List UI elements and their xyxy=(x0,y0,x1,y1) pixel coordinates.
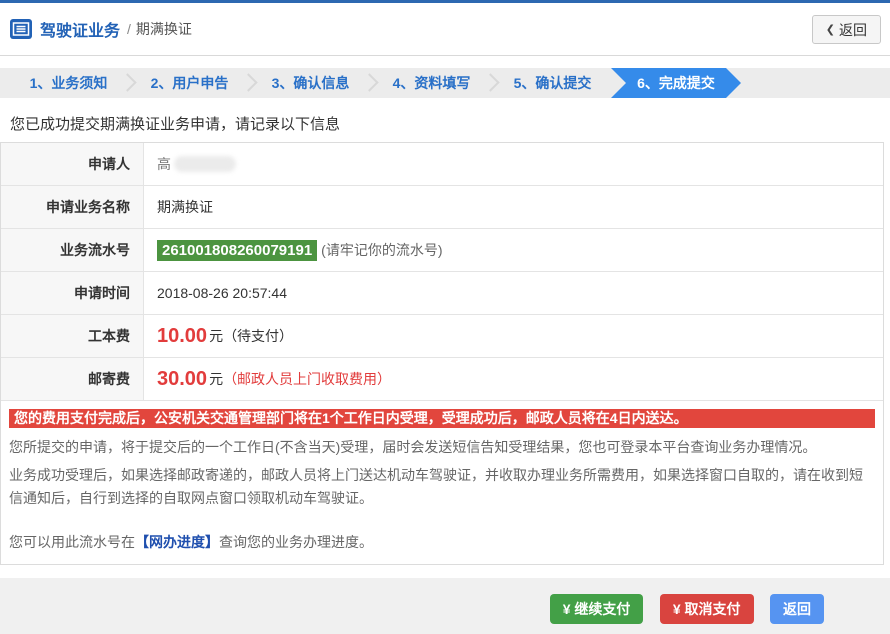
back-button-top[interactable]: ❮ 返回 xyxy=(812,15,881,44)
row-label: 申请人 xyxy=(1,143,144,185)
step-4-fill-data[interactable]: 4、资料填写 xyxy=(371,68,492,98)
table-row-apply-time: 申请时间 2018-08-26 20:57:44 xyxy=(1,272,883,315)
redacted-name-blur xyxy=(174,156,236,172)
page-header: 驾驶证业务 / 期满换证 ❮ 返回 xyxy=(0,3,890,56)
breadcrumb-current: 期满换证 xyxy=(136,19,192,39)
production-fee-note: （待支付） xyxy=(223,326,293,346)
row-value: 30.00 元 （邮政人员上门收取费用） xyxy=(144,358,883,400)
action-footer: ¥ 继续支付 ¥ 取消支付 返回 xyxy=(0,578,890,634)
return-button[interactable]: 返回 xyxy=(770,594,824,624)
table-row-business-name: 申请业务名称 期满换证 xyxy=(1,186,883,229)
step-2-user-declaration[interactable]: 2、用户申告 xyxy=(129,68,250,98)
production-fee-amount: 10.00 xyxy=(157,325,207,348)
step-5-confirm-submit[interactable]: 5、确认提交 xyxy=(492,68,613,98)
online-progress-link: 【网办进度】 xyxy=(135,534,219,550)
progress-note-prefix: 您可以用此流水号在 xyxy=(9,534,135,550)
row-label: 工本费 xyxy=(1,315,144,357)
breadcrumb-separator: / xyxy=(127,21,131,37)
step-3-confirm-info[interactable]: 3、确认信息 xyxy=(250,68,371,98)
table-row-applicant: 申请人 高 xyxy=(1,143,883,186)
payment-warning-banner: 您的费用支付完成后，公安机关交通管理部门将在1个工作日内受理，受理成功后，邮政人… xyxy=(9,409,875,428)
table-row-postage-fee: 邮寄费 30.00 元 （邮政人员上门收取费用） xyxy=(1,358,883,401)
serial-number-note: (请牢记你的流水号) xyxy=(321,240,442,260)
cancel-payment-button[interactable]: ¥ 取消支付 xyxy=(660,594,754,624)
continue-payment-button[interactable]: ¥ 继续支付 xyxy=(550,594,644,624)
progress-query-note: 您可以用此流水号在【网办进度】查询您的业务办理进度。 xyxy=(9,532,875,552)
back-button-label: 返回 xyxy=(839,20,867,40)
success-message: 您已成功提交期满换证业务申请，请记录以下信息 xyxy=(10,113,890,134)
note-paragraph-2: 业务成功受理后，如果选择邮政寄递的，邮政人员将上门送达机动车驾驶证，并收取办理业… xyxy=(9,464,875,510)
notes-section: 您的费用支付完成后，公安机关交通管理部门将在1个工作日内受理，受理成功后，邮政人… xyxy=(1,401,883,564)
step-wizard: 1、业务须知 2、用户申告 3、确认信息 4、资料填写 5、确认提交 6、完成提… xyxy=(0,68,890,98)
serial-number-badge: 261001808260079191 xyxy=(157,240,317,261)
application-info-panel: 申请人 高 申请业务名称 期满换证 业务流水号 2610018082600791… xyxy=(0,142,884,565)
applicant-name: 高 xyxy=(157,154,171,174)
progress-note-suffix: 查询您的业务办理进度。 xyxy=(219,534,373,550)
postage-fee-amount: 30.00 xyxy=(157,368,207,391)
row-label: 邮寄费 xyxy=(1,358,144,400)
row-label: 申请业务名称 xyxy=(1,186,144,228)
fee-unit: 元 xyxy=(209,326,223,346)
apply-timestamp: 2018-08-26 20:57:44 xyxy=(144,272,883,314)
row-label: 申请时间 xyxy=(1,272,144,314)
row-value: 261001808260079191 (请牢记你的流水号) xyxy=(144,229,883,271)
note-paragraph-1: 您所提交的申请，将于提交后的一个工作日(不含当天)受理，届时会发送短信告知受理结… xyxy=(9,436,875,459)
step-1-business-notice[interactable]: 1、业务须知 xyxy=(8,68,129,98)
row-value: 期满换证 xyxy=(144,186,883,228)
chevron-left-icon: ❮ xyxy=(826,23,835,36)
table-row-production-fee: 工本费 10.00 元 （待支付） xyxy=(1,315,883,358)
page-title: 驾驶证业务 xyxy=(40,17,120,41)
fee-unit: 元 xyxy=(209,369,223,389)
license-form-icon xyxy=(10,18,32,40)
table-row-serial-number: 业务流水号 261001808260079191 (请牢记你的流水号) xyxy=(1,229,883,272)
postage-fee-note: （邮政人员上门收取费用） xyxy=(223,369,391,389)
row-value: 10.00 元 （待支付） xyxy=(144,315,883,357)
step-6-complete-submit[interactable]: 6、完成提交 xyxy=(611,68,741,98)
row-value: 高 xyxy=(144,143,883,185)
row-label: 业务流水号 xyxy=(1,229,144,271)
